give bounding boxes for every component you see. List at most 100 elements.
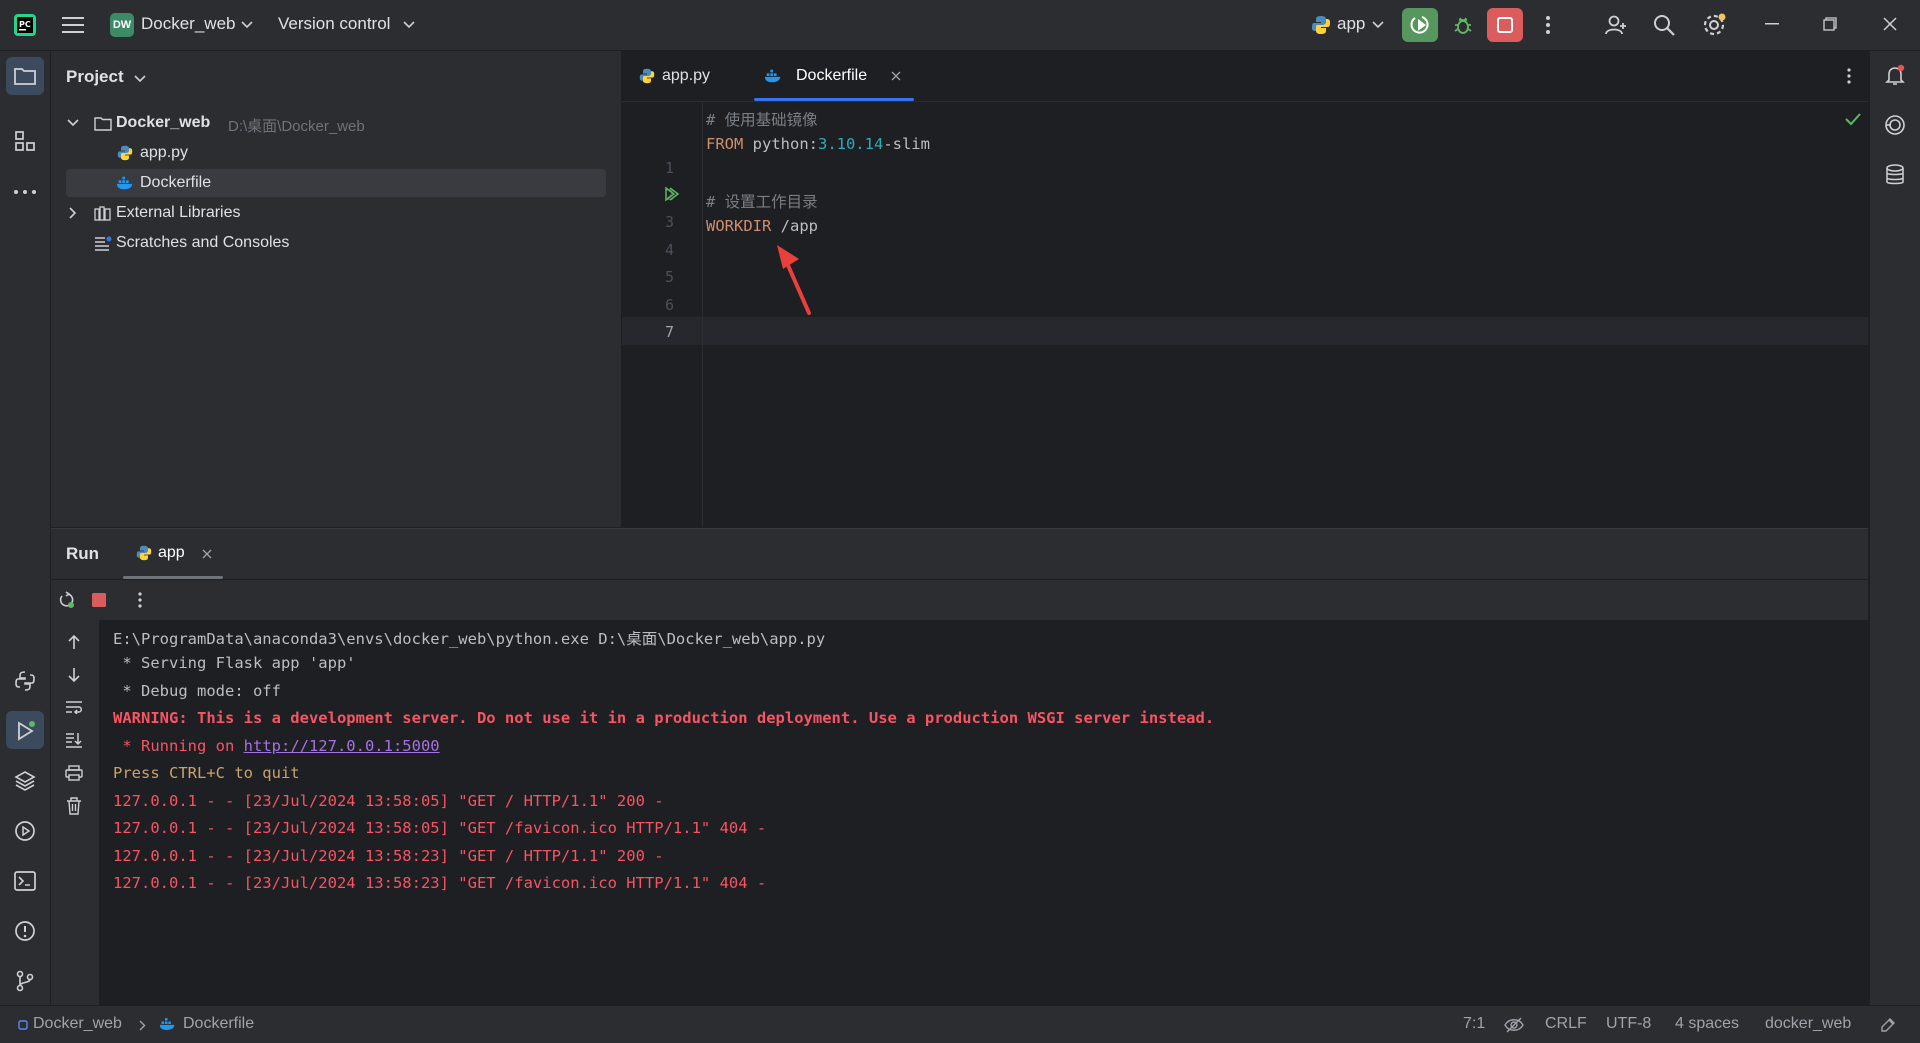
scroll-to-end-icon[interactable] (64, 730, 84, 750)
run-gutter-icon[interactable] (664, 186, 680, 202)
close-tab-icon[interactable] (201, 548, 213, 560)
chevron-right-icon (137, 1019, 147, 1031)
close-window-icon[interactable] (1880, 14, 1900, 34)
arrow-up-icon[interactable] (64, 632, 84, 652)
code-line-2[interactable]: FROM python:3.10.14-slim (706, 135, 930, 153)
python-interpreter[interactable]: docker_web (1765, 1015, 1851, 1033)
breadcrumb-file[interactable]: Dockerfile (183, 1015, 254, 1033)
add-user-icon[interactable] (1602, 11, 1630, 39)
more-vertical-icon[interactable] (1538, 12, 1558, 38)
code-line-4[interactable]: # 设置工作目录 (706, 190, 818, 212)
project-panel-title[interactable]: Project (66, 67, 124, 87)
python-file-icon (135, 544, 153, 562)
chevron-down-icon[interactable] (402, 18, 416, 32)
search-icon[interactable] (1650, 11, 1678, 39)
status-bar: Docker_web Dockerfile 7:1 CRLF UTF-8 4 s… (0, 1005, 1920, 1043)
tree-item-label: Dockerfile (140, 174, 212, 191)
stop-button[interactable] (1487, 8, 1523, 42)
print-icon[interactable] (64, 763, 84, 783)
console-log-line: 127.0.0.1 - - [23/Jul/2024 13:58:05] "GE… (113, 819, 767, 837)
git-branch-icon[interactable] (12, 968, 38, 994)
active-tab-underline (754, 98, 914, 101)
line-ending[interactable]: CRLF (1545, 1015, 1587, 1033)
chevron-down-icon[interactable] (67, 118, 79, 128)
docker-file-icon (764, 67, 782, 85)
library-icon (93, 204, 113, 222)
arrow-down-icon[interactable] (64, 665, 84, 685)
more-vertical-icon[interactable] (135, 591, 145, 609)
chevron-down-icon[interactable] (133, 72, 147, 86)
more-vertical-icon[interactable] (1844, 67, 1854, 85)
tab-dockerfile[interactable]: Dockerfile (754, 51, 914, 101)
run-icon (12, 718, 38, 744)
line-number: 4 (664, 241, 674, 259)
tree-item-dockerfile[interactable]: Dockerfile (51, 169, 621, 197)
terminal-icon[interactable] (12, 868, 38, 894)
annotation-arrow-icon (772, 241, 832, 321)
run-panel-header: Run app (51, 529, 1868, 580)
chevron-down-icon[interactable] (1371, 18, 1385, 32)
main-menu-icon[interactable] (60, 12, 86, 38)
line-number: 5 (664, 268, 674, 286)
tree-item-scratches[interactable]: Scratches and Consoles (51, 229, 621, 257)
trash-icon[interactable] (64, 796, 84, 816)
settings-gear-icon[interactable] (1700, 11, 1728, 39)
services-icon[interactable] (12, 818, 38, 844)
docker-file-icon (116, 174, 134, 192)
breadcrumb-project[interactable]: Docker_web (33, 1015, 122, 1033)
console-warning-line: WARNING: This is a development server. D… (113, 709, 1215, 727)
stop-icon[interactable] (90, 591, 108, 609)
notifications-bell-icon[interactable] (1882, 62, 1908, 88)
run-config-selector[interactable]: app (1337, 14, 1365, 34)
tab-label: Dockerfile (796, 67, 868, 84)
file-encoding[interactable]: UTF-8 (1606, 1015, 1651, 1033)
no-highlighting-eye-icon[interactable] (1504, 1016, 1524, 1034)
pycharm-logo-icon[interactable]: PC (12, 12, 38, 38)
soft-wrap-icon[interactable] (64, 697, 84, 717)
tree-item-docker-web[interactable]: Docker_web D:\桌面\Docker_web (51, 109, 621, 137)
indent-setting[interactable]: 4 spaces (1675, 1015, 1739, 1033)
server-url-link[interactable]: http://127.0.0.1:5000 (244, 737, 440, 755)
python-console-icon[interactable] (12, 668, 38, 694)
ai-assistant-icon[interactable] (1882, 112, 1908, 138)
code-version-number: 3.10.14 (817, 135, 884, 153)
caret-position[interactable]: 7:1 (1463, 1015, 1485, 1033)
tree-item-app-py[interactable]: app.py (51, 139, 621, 167)
project-name[interactable]: Docker_web (141, 14, 236, 34)
line-number: 3 (664, 213, 674, 231)
python-icon (1310, 14, 1332, 36)
title-bar: PC DW Docker_web Version control app (0, 0, 1920, 51)
chevron-right-icon[interactable] (67, 207, 79, 219)
layers-icon[interactable] (12, 768, 38, 794)
rerun-icon[interactable] (57, 590, 77, 610)
problems-icon[interactable] (12, 918, 38, 944)
readonly-lock-icon[interactable] (1879, 1016, 1897, 1034)
minimize-icon[interactable] (1762, 14, 1782, 34)
console-text: * Running on (113, 737, 244, 755)
no-problems-check-icon[interactable] (1844, 111, 1862, 127)
tree-item-path-hint: D:\桌面\Docker_web (228, 118, 365, 135)
structure-icon[interactable] (12, 128, 38, 154)
version-control-menu[interactable]: Version control (278, 14, 390, 34)
console-log-line: 127.0.0.1 - - [23/Jul/2024 13:58:05] "GE… (113, 792, 664, 810)
run-tab-app[interactable]: app (123, 529, 223, 579)
close-tab-icon[interactable] (890, 70, 902, 82)
svg-text:PC: PC (19, 20, 31, 29)
run-panel: Run app E:\ProgramData\anaconda3\envs\do… (51, 528, 1868, 1005)
chevron-down-icon[interactable] (240, 18, 254, 32)
tab-app-py[interactable]: app.py (638, 51, 730, 101)
database-icon[interactable] (1882, 162, 1908, 188)
code-line-5[interactable]: WORKDIR /app (706, 217, 818, 235)
project-badge[interactable]: DW (110, 13, 134, 37)
line-number: 1 (664, 159, 674, 177)
code-line-1[interactable]: # 使用基础镜像 (706, 108, 818, 130)
tree-item-external-libraries[interactable]: External Libraries (51, 199, 621, 227)
left-tool-strip (0, 51, 51, 1005)
restore-window-icon[interactable] (1820, 14, 1840, 34)
debug-bug-icon[interactable] (1450, 12, 1476, 38)
code-text: python: (743, 135, 818, 153)
more-horizontal-icon[interactable] (12, 179, 38, 205)
console-side-toolbar (51, 620, 100, 1005)
rerun-button[interactable] (1402, 8, 1438, 42)
line-number: 6 (664, 296, 674, 314)
